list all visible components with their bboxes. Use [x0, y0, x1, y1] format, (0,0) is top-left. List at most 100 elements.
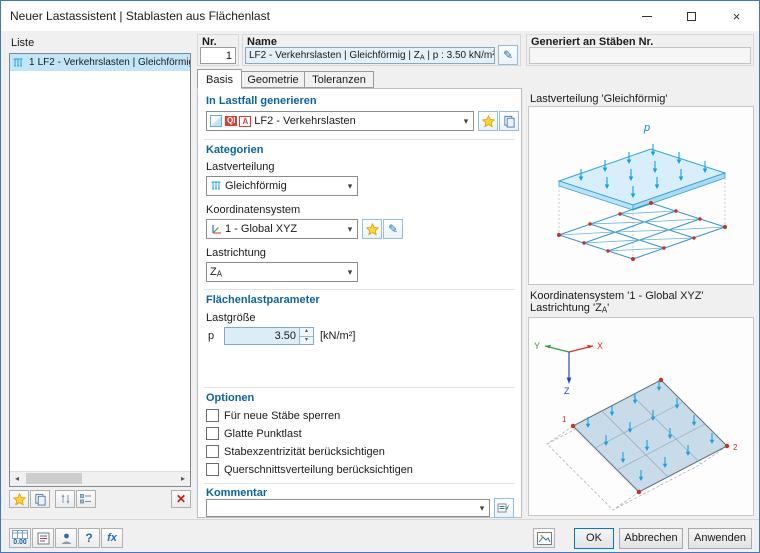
maximize-icon	[687, 11, 696, 21]
tab-toleranzen[interactable]: Toleranzen	[304, 71, 374, 88]
option-row-lock-new-members[interactable]: Für neue Stäbe sperren	[206, 409, 340, 422]
edit-coordsys-button[interactable]: ✎	[383, 219, 403, 239]
units-button[interactable]: 0.00	[9, 528, 31, 548]
checkbox[interactable]	[206, 463, 219, 476]
axis-y-label: Y	[534, 341, 540, 351]
scroll-left-button[interactable]: ◂	[10, 472, 24, 486]
direction-dropdown[interactable]: ZA ▾	[206, 262, 358, 282]
spin-down-button[interactable]: ▾	[300, 335, 313, 344]
list-sort-button[interactable]	[55, 490, 75, 508]
sort-arrows-icon	[61, 494, 69, 504]
display-properties-icon	[37, 532, 49, 544]
axis-z-label: Z	[564, 386, 570, 396]
units-decimal-label: 0.00	[13, 539, 27, 546]
pencil-icon: ✎	[387, 222, 399, 236]
p-spinner: ▴ ▾	[299, 328, 313, 344]
load-distribution-preview: p	[557, 122, 727, 261]
option-label: Für neue Stäbe sperren	[224, 409, 341, 422]
delete-x-icon: ✕	[175, 492, 187, 506]
new-loadcase-button[interactable]	[478, 111, 498, 131]
option-row-section-distribution[interactable]: Querschnittsverteilung berücksichtigen	[206, 463, 413, 476]
tab-basis[interactable]: Basis	[197, 69, 242, 89]
load-distribution-preview-box: p	[528, 106, 754, 285]
checkbox[interactable]	[206, 427, 219, 440]
apply-button[interactable]: Anwenden	[688, 528, 752, 549]
footer-divider	[1, 519, 759, 520]
section-divider	[204, 387, 515, 388]
close-icon: ×	[732, 8, 741, 24]
minimize-icon	[641, 15, 652, 17]
distribution-chip-icon	[210, 180, 222, 192]
ok-button[interactable]: OK	[574, 528, 614, 549]
formula-button[interactable]: fx	[101, 528, 123, 548]
help-button[interactable]: ?	[78, 528, 100, 548]
comment-pages-icon	[497, 503, 510, 513]
option-row-member-eccentricity[interactable]: Stabexzentrizität berücksichtigen	[206, 445, 385, 458]
horizontal-scrollbar[interactable]: ◂ ▸	[10, 471, 190, 486]
comment-dropdown[interactable]: ▾	[206, 499, 490, 517]
new-coordsys-button[interactable]	[362, 219, 382, 239]
option-row-smooth-point-load[interactable]: Glatte Punktlast	[206, 427, 302, 440]
list-item-number: 1	[29, 57, 35, 68]
section-divider	[204, 483, 515, 484]
maximize-button[interactable]	[669, 1, 714, 31]
preview-bottom-title-line1: Koordinatensystem '1 - Global XYZ'	[530, 290, 704, 302]
person-icon	[61, 533, 71, 544]
coordsys-value: 1 - Global XYZ	[225, 223, 298, 235]
window-title: Neuer Lastassistent | Stablasten aus Flä…	[10, 9, 270, 23]
new-star-icon	[481, 114, 495, 127]
tab-geometrie[interactable]: Geometrie	[241, 71, 305, 88]
params-section-header: Flächenlastparameter	[206, 294, 320, 306]
cancel-button[interactable]: Abbrechen	[619, 528, 683, 549]
coordsys-dropdown[interactable]: 1 - Global XYZ ▾	[206, 219, 358, 239]
list-add-button[interactable]	[9, 490, 29, 508]
window-controls: ×	[624, 1, 759, 31]
list-lines-icon	[80, 494, 91, 504]
list-settings-button[interactable]	[76, 490, 96, 508]
config-button[interactable]	[55, 528, 77, 548]
graphic-picture-icon	[536, 531, 552, 545]
copy-loadcase-button[interactable]	[499, 111, 519, 131]
copy-icon	[34, 493, 46, 506]
direction-value: ZA	[210, 265, 223, 279]
option-label: Stabexzentrizität berücksichtigen	[224, 445, 385, 458]
chevron-down-icon: ▾	[463, 115, 469, 126]
distribution-dropdown[interactable]: Gleichförmig ▾	[206, 176, 358, 196]
axes-chip-icon	[210, 223, 222, 235]
list-delete-button[interactable]: ✕	[171, 490, 191, 508]
option-label: Glatte Punktlast	[224, 427, 302, 440]
p-value: 3.50	[274, 330, 296, 342]
close-button[interactable]: ×	[714, 1, 759, 31]
section-divider	[204, 289, 515, 290]
checkbox[interactable]	[206, 409, 219, 422]
loadcase-dropdown[interactable]: QI A LF2 - Verkehrslasten ▾	[206, 111, 474, 131]
p-value-field[interactable]: 3.50 ▴ ▾	[224, 327, 314, 345]
preview-bottom-title-line2: Lastrichtung 'ZA'	[530, 302, 610, 315]
direction-label: Lastrichtung	[206, 247, 266, 259]
spin-up-button[interactable]: ▴	[300, 328, 313, 336]
scrollbar-thumb[interactable]	[26, 473, 82, 484]
option-label: Querschnittsverteilung berücksichtigen	[224, 463, 413, 476]
edit-name-button[interactable]: ✎	[498, 45, 518, 65]
units-table-icon	[12, 530, 28, 539]
list-copy-button[interactable]	[30, 490, 50, 508]
chevron-down-icon: ▾	[479, 502, 485, 513]
name-field[interactable]: LF2 - Verkehrslasten | Gleichförmig | ZA…	[245, 47, 495, 64]
title-bar: Neuer Lastassistent | Stablasten aus Flä…	[1, 1, 759, 31]
checkbox[interactable]	[206, 445, 219, 458]
scrollbar-track[interactable]	[24, 472, 176, 486]
p-unit-label: [kN/m²]	[320, 330, 356, 342]
nr-field[interactable]: 1	[200, 47, 236, 64]
comment-apply-button[interactable]	[494, 498, 514, 518]
chevron-down-icon: ▾	[347, 223, 353, 234]
scroll-right-button[interactable]: ▸	[176, 472, 190, 486]
display-properties-button[interactable]	[32, 528, 54, 548]
minimize-button[interactable]	[624, 1, 669, 31]
generated-field[interactable]	[529, 47, 751, 64]
pencil-icon: ✎	[502, 48, 514, 62]
preview-settings-button[interactable]	[533, 528, 555, 548]
distribution-value: Gleichförmig	[225, 180, 287, 192]
load-list: 1 LF2 - Verkehrslasten | Gleichförmig | …	[9, 53, 191, 487]
list-item[interactable]: 1 LF2 - Verkehrslasten | Gleichförmig | …	[10, 54, 190, 71]
chevron-down-icon: ▾	[347, 266, 353, 277]
